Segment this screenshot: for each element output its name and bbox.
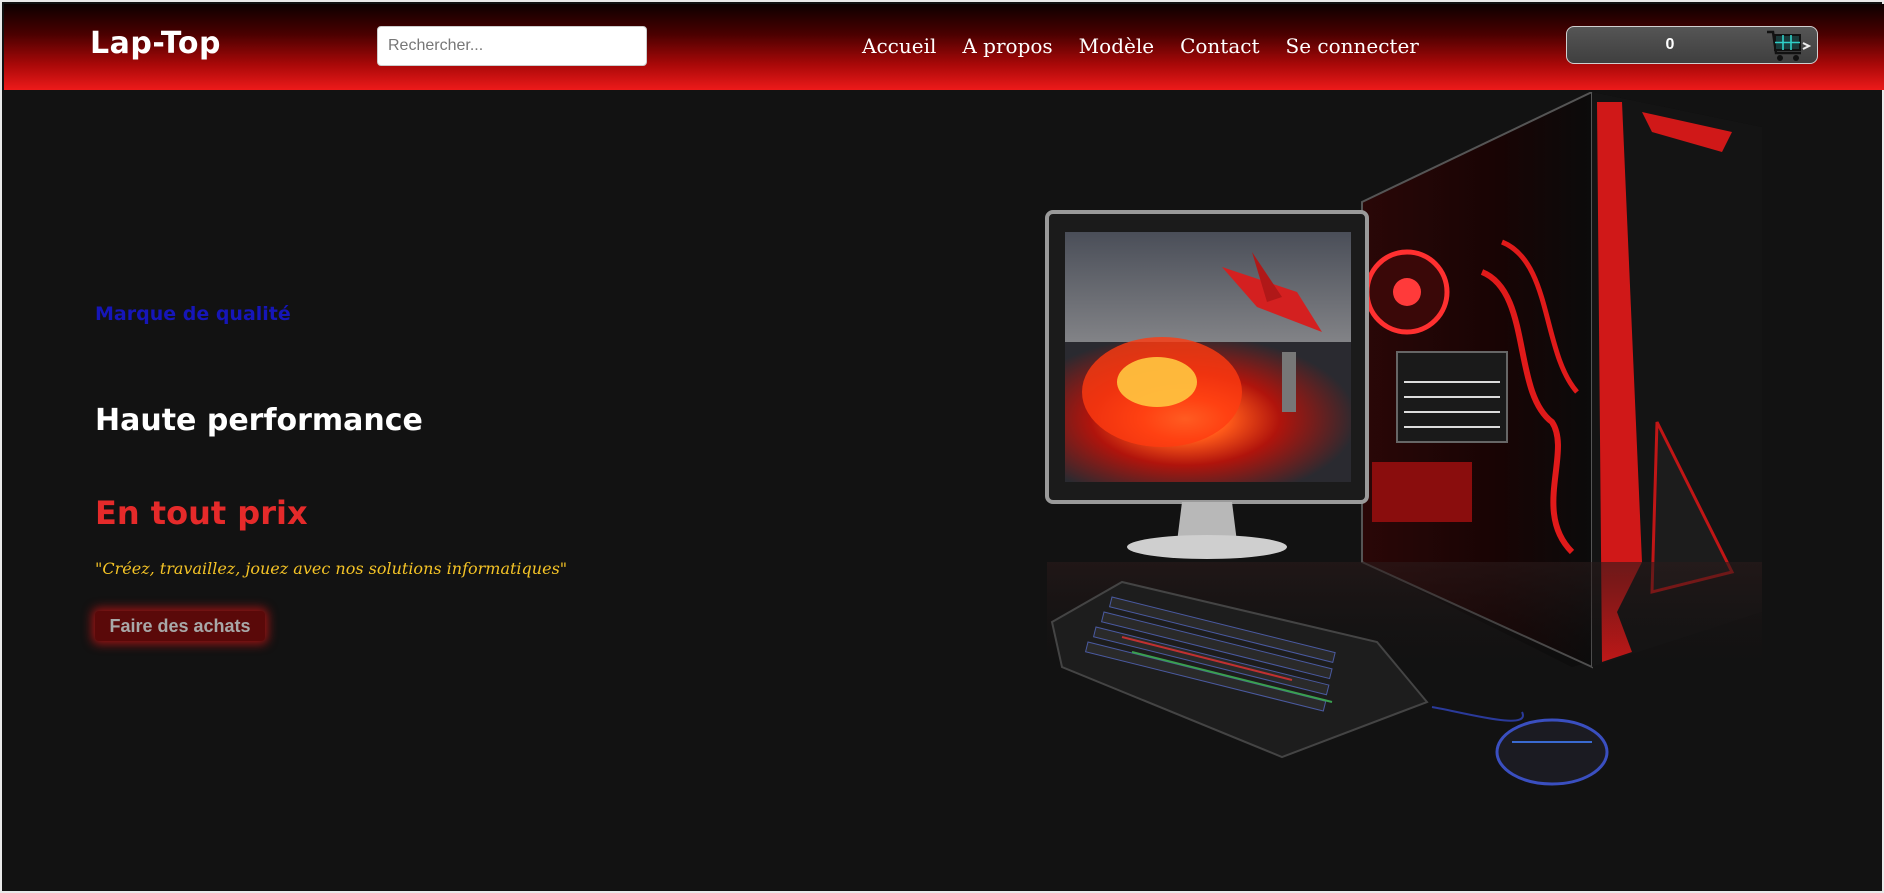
cart-button[interactable]: 0 <box>1566 26 1818 64</box>
mouse-icon <box>1431 706 1609 786</box>
nav-link-accueil[interactable]: Accueil <box>862 34 936 58</box>
page-frame: Lap-Top Accueil A propos Modèle Contact … <box>0 0 1884 893</box>
site-logo[interactable]: Lap-Top <box>90 26 221 61</box>
nav-link-se-connecter[interactable]: Se connecter <box>1286 34 1419 58</box>
monitor-icon <box>1045 210 1369 559</box>
main-nav: Accueil A propos Modèle Contact Se conne… <box>862 34 1419 58</box>
hero-quote: "Créez, travaillez, jouez avec nos solut… <box>95 559 568 578</box>
nav-link-contact[interactable]: Contact <box>1180 34 1259 58</box>
shopping-cart-icon <box>1767 30 1811 61</box>
hero-headline: Haute performance <box>95 403 423 438</box>
cart-count: 0 <box>1665 36 1675 53</box>
nav-link-a-propos[interactable]: A propos <box>962 34 1052 58</box>
shop-button[interactable]: Faire des achats <box>95 611 265 641</box>
gaming-pc-setup-image <box>1045 92 1762 786</box>
hero-subheadline: En tout prix <box>95 494 308 532</box>
hero-tagline: Marque de qualité <box>95 303 291 325</box>
nav-link-modele[interactable]: Modèle <box>1079 34 1154 58</box>
search-input[interactable] <box>377 26 647 66</box>
navbar: Lap-Top Accueil A propos Modèle Contact … <box>4 4 1884 90</box>
